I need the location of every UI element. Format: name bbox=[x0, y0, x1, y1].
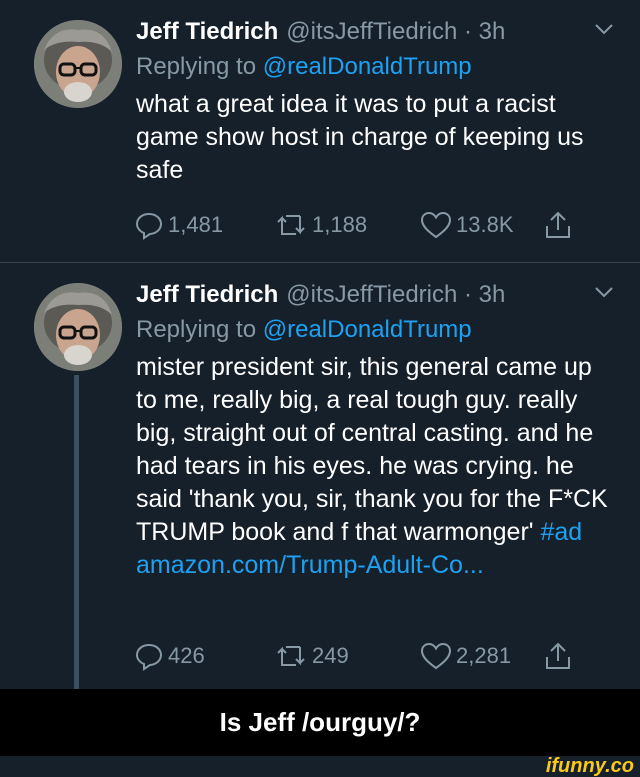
tweet-header: Jeff Tiedrich @itsJeffTiedrich · 3h bbox=[136, 14, 616, 50]
tweet-body: mister president sir, this general came … bbox=[136, 353, 608, 546]
like-button[interactable]: 2,281 bbox=[420, 641, 544, 671]
tweet-content: Jeff Tiedrich @itsJeffTiedrich · 3h Repl… bbox=[136, 277, 616, 582]
retweet-button[interactable]: 1,188 bbox=[274, 210, 420, 240]
tweet[interactable]: Jeff Tiedrich @itsJeffTiedrich · 3h Repl… bbox=[0, 263, 640, 689]
reply-button[interactable]: 426 bbox=[134, 641, 274, 671]
retweet-count: 1,188 bbox=[312, 212, 368, 237]
replying-to-label: Replying to bbox=[136, 316, 263, 343]
retweet-button[interactable]: 249 bbox=[274, 641, 420, 671]
reply-count: 1,481 bbox=[168, 212, 224, 237]
tweet-header: Jeff Tiedrich @itsJeffTiedrich · 3h bbox=[136, 277, 616, 313]
meme-caption: Is Jeff /ourguy/? bbox=[0, 689, 640, 756]
like-button[interactable]: 13.8K bbox=[420, 210, 544, 240]
avatar[interactable] bbox=[34, 283, 122, 371]
url-link[interactable]: amazon.com/Trump-Adult-Co... bbox=[136, 551, 484, 579]
tweet-actions: 1,481 1,188 13.8K bbox=[134, 210, 572, 240]
tweet-actions: 426 249 2,281 bbox=[134, 641, 572, 671]
replying-to-label: Replying to bbox=[136, 53, 263, 80]
reply-count: 426 bbox=[168, 643, 205, 668]
retweet-icon bbox=[274, 210, 308, 240]
author-name[interactable]: Jeff Tiedrich bbox=[136, 281, 278, 309]
replying-to: Replying to @realDonaldTrump bbox=[136, 313, 616, 347]
hashtag-link[interactable]: #ad bbox=[541, 518, 583, 546]
author-handle[interactable]: @itsJeffTiedrich · 3h bbox=[286, 18, 505, 46]
retweet-count: 249 bbox=[312, 643, 349, 668]
share-button[interactable] bbox=[544, 641, 572, 671]
reply-icon bbox=[134, 641, 164, 671]
author-name[interactable]: Jeff Tiedrich bbox=[136, 18, 278, 46]
retweet-icon bbox=[274, 641, 308, 671]
tweet-content: Jeff Tiedrich @itsJeffTiedrich · 3h Repl… bbox=[136, 14, 616, 187]
reply-button[interactable]: 1,481 bbox=[134, 210, 274, 240]
share-icon bbox=[544, 641, 572, 671]
replying-to: Replying to @realDonaldTrump bbox=[136, 50, 616, 84]
avatar[interactable] bbox=[34, 20, 122, 108]
footer-bar: ifunny.co bbox=[0, 756, 640, 777]
chevron-down-icon[interactable] bbox=[594, 22, 614, 41]
tweet-text: mister president sir, this general came … bbox=[136, 351, 616, 582]
mention-link[interactable]: @realDonaldTrump bbox=[263, 53, 472, 80]
author-handle[interactable]: @itsJeffTiedrich · 3h bbox=[286, 281, 505, 309]
reply-icon bbox=[134, 210, 164, 240]
tweet-text: what a great idea it was to put a racist… bbox=[136, 90, 584, 184]
like-count: 2,281 bbox=[456, 643, 512, 668]
thread-line bbox=[74, 375, 79, 689]
like-icon bbox=[420, 641, 452, 671]
share-icon bbox=[544, 210, 572, 240]
chevron-down-icon[interactable] bbox=[594, 285, 614, 304]
tweet[interactable]: Jeff Tiedrich @itsJeffTiedrich · 3h Repl… bbox=[0, 0, 640, 262]
watermark-logo: ifunny.co bbox=[545, 755, 634, 777]
share-button[interactable] bbox=[544, 210, 572, 240]
mention-link[interactable]: @realDonaldTrump bbox=[263, 316, 472, 343]
like-icon bbox=[420, 210, 452, 240]
like-count: 13.8K bbox=[456, 212, 514, 237]
